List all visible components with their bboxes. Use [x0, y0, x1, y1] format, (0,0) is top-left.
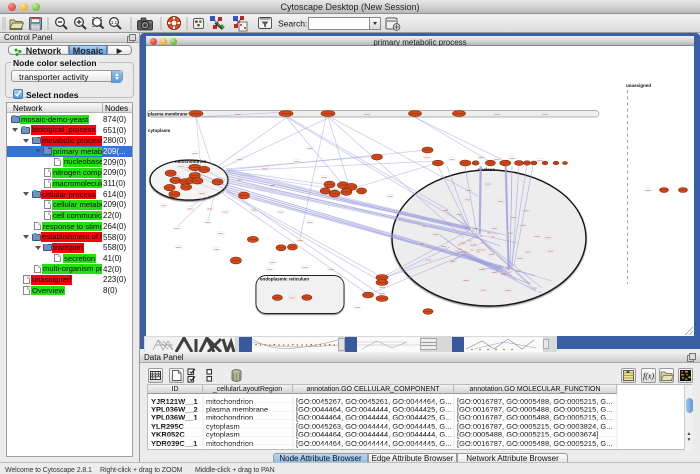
svg-text:Search:: Search:	[278, 19, 307, 29]
svg-text:1:1: 1:1	[111, 20, 118, 25]
svg-text:cytoplasm: cytoplasm	[148, 128, 170, 133]
svg-text:endoplasmic reticulum: endoplasmic reticulum	[260, 277, 309, 282]
svg-text:mitochondrion: mitochondrion	[175, 159, 207, 164]
svg-text:unassigned: unassigned	[626, 83, 651, 88]
svg-text:plasma membrane: plasma membrane	[148, 112, 188, 117]
svg-text:f(x): f(x)	[643, 372, 654, 381]
